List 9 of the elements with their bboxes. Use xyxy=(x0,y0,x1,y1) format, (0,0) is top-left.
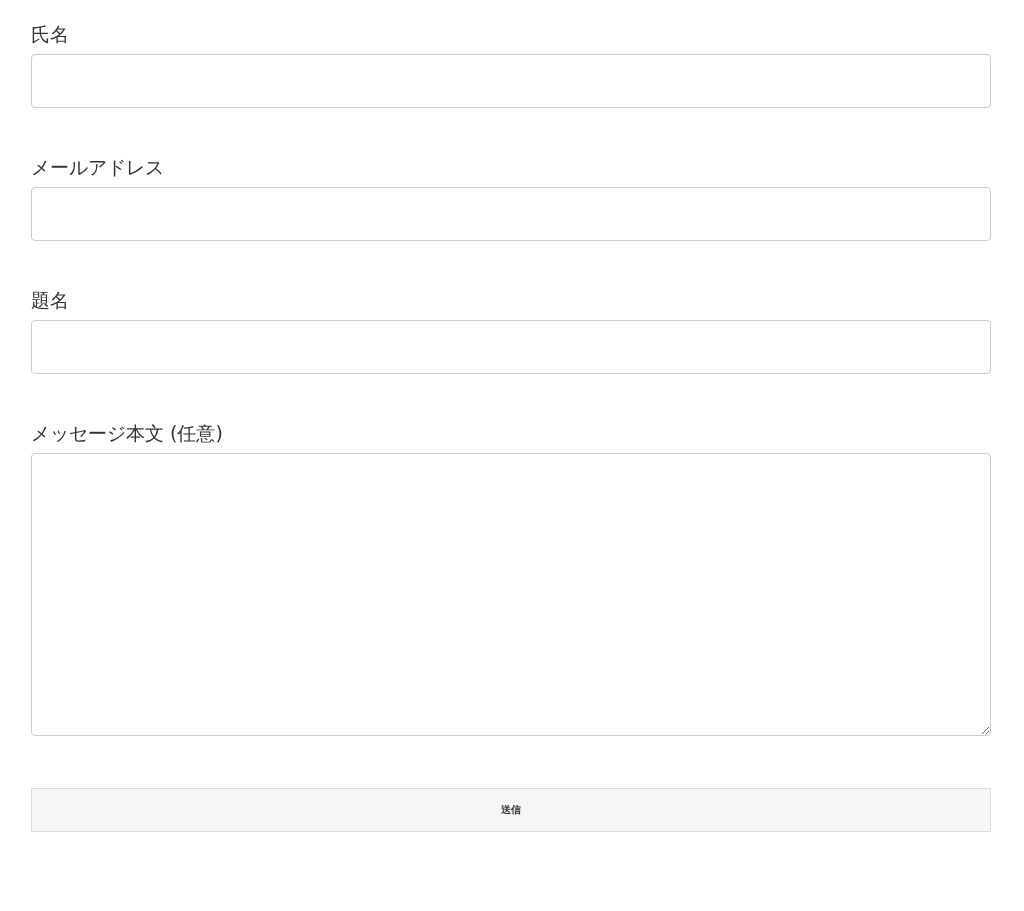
field-label: メールアドレス xyxy=(31,155,164,180)
submit-button[interactable]: 送信 xyxy=(31,788,991,832)
text-input-field[interactable] xyxy=(31,54,991,108)
text-input-field[interactable] xyxy=(31,320,991,374)
field-label: メッセージ本文 (任意) xyxy=(31,421,223,446)
message-textarea[interactable] xyxy=(31,453,991,736)
field-label: 題名 xyxy=(31,288,69,313)
text-input-field[interactable] xyxy=(31,187,991,241)
field-label: 氏名 xyxy=(31,22,69,47)
